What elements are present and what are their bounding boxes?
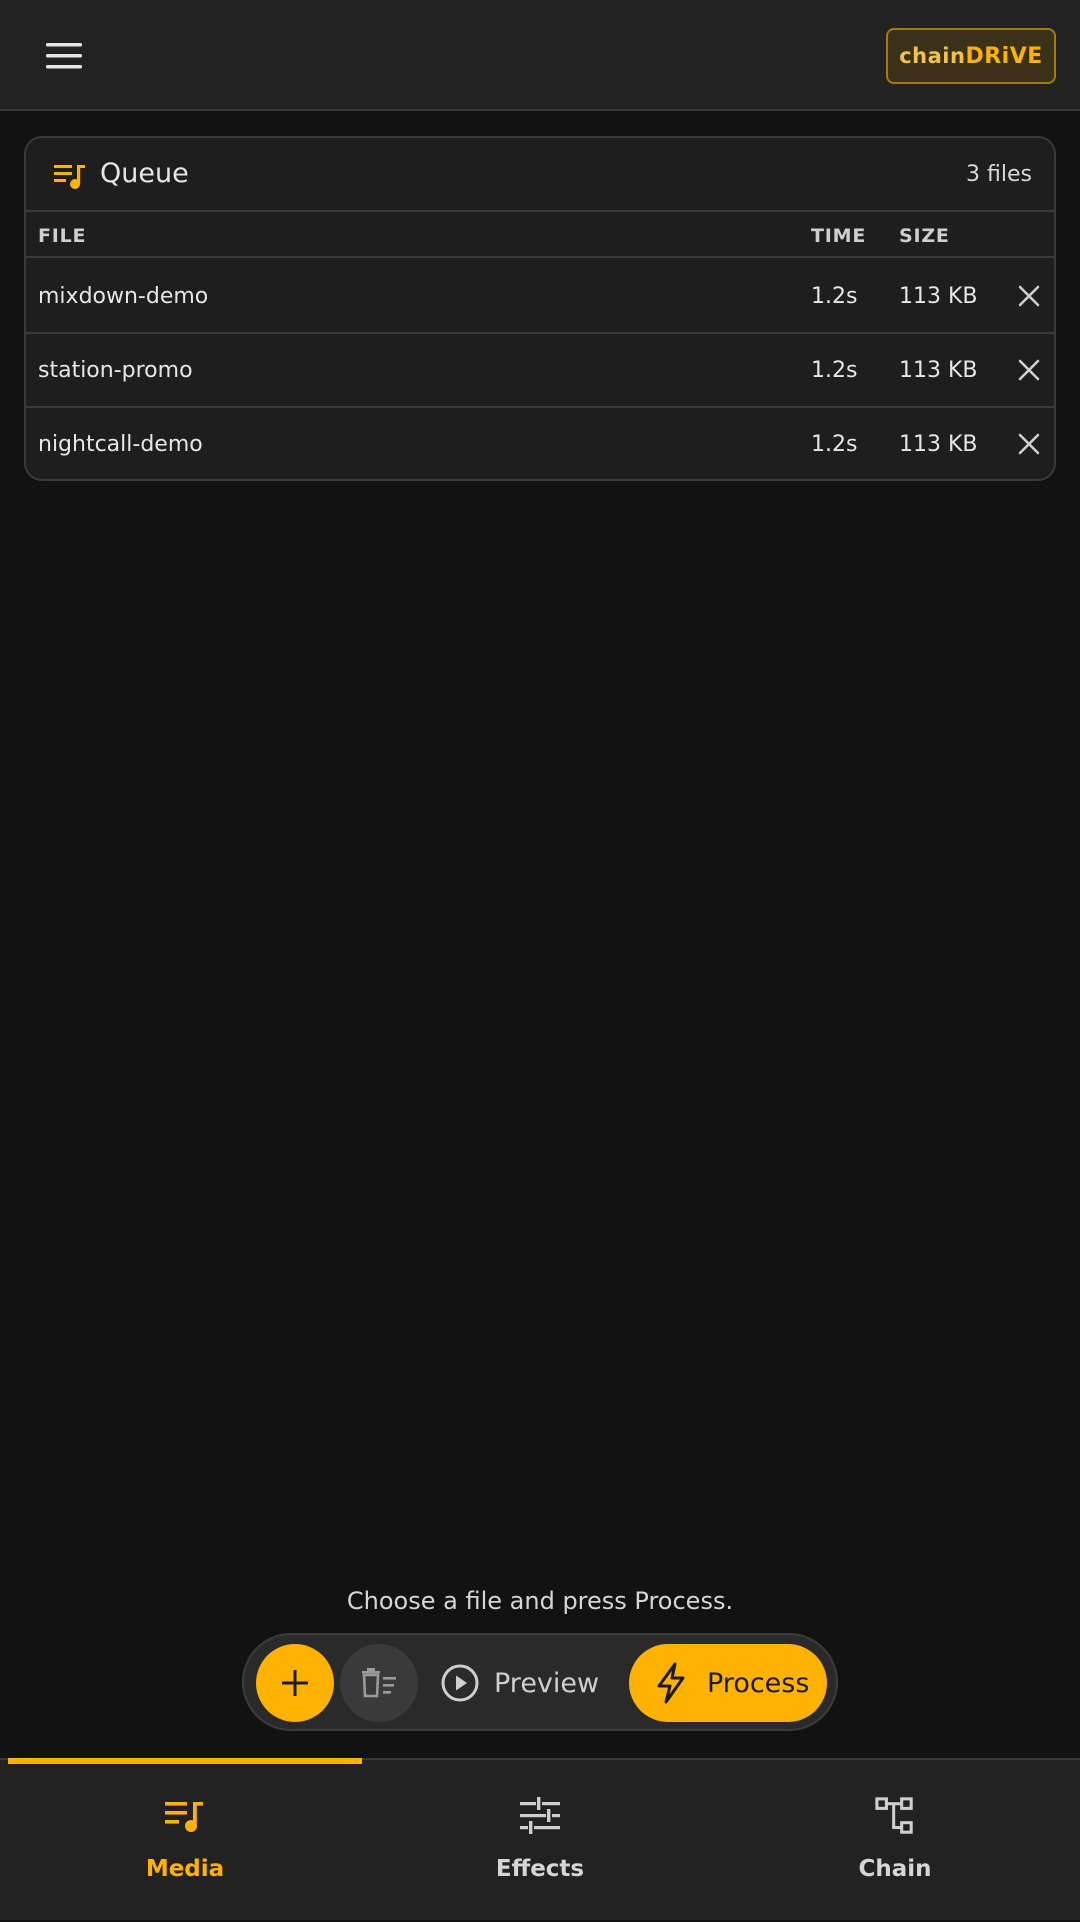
logo-text-chain: chain	[899, 44, 966, 68]
queue-music-icon	[165, 1802, 203, 1832]
row-file-name: mixdown-demo	[38, 284, 209, 309]
row-file-name: station-promo	[38, 358, 193, 383]
logo-text-drive: DRiVE	[965, 43, 1043, 69]
column-header-file: FILE	[38, 225, 87, 247]
top-app-bar: chain DRiVE	[0, 0, 1080, 111]
hamburger-menu-icon	[46, 43, 82, 69]
nav-chain-icon-wrap	[875, 1796, 915, 1836]
table-row[interactable]: nightcall-demo 1.2s 113 KB	[26, 408, 1054, 479]
menu-button[interactable]	[36, 34, 92, 78]
nav-label-effects: Effects	[495, 1856, 585, 1882]
nav-label-media: Media	[145, 1856, 225, 1882]
clear-queue-icon	[362, 1668, 396, 1698]
queue-table-header: FILE TIME SIZE	[26, 212, 1054, 258]
nav-item-effects[interactable]: Effects	[360, 1760, 720, 1922]
row-time: 1.2s	[811, 358, 858, 383]
row-size: 113 KB	[899, 358, 978, 383]
queue-header: Queue 3 files	[26, 138, 1054, 212]
sliders-icon	[520, 1797, 560, 1834]
close-icon[interactable]	[1016, 283, 1042, 309]
table-row[interactable]: mixdown-demo 1.2s 113 KB	[26, 260, 1054, 334]
action-bar: Preview Process	[242, 1633, 838, 1731]
column-header-time: TIME	[811, 225, 867, 247]
close-icon[interactable]	[1016, 431, 1042, 457]
queue-title: Queue	[100, 158, 189, 189]
nav-label-chain: Chain	[858, 1856, 932, 1882]
chain-nodes-icon	[875, 1797, 913, 1834]
clear-queue-button[interactable]	[340, 1644, 418, 1722]
column-header-size: SIZE	[899, 225, 950, 247]
queue-card: Queue 3 files FILE TIME SIZE mixdown-dem…	[24, 136, 1056, 481]
app-logo[interactable]: chain DRiVE	[886, 28, 1056, 84]
process-button[interactable]: Process	[629, 1644, 827, 1722]
add-file-button[interactable]	[256, 1644, 334, 1722]
preview-button[interactable]: Preview	[434, 1644, 604, 1722]
nav-item-chain[interactable]: Chain	[715, 1760, 1075, 1922]
table-row[interactable]: station-promo 1.2s 113 KB	[26, 334, 1054, 408]
row-file-name: nightcall-demo	[38, 432, 203, 457]
plus-icon	[282, 1670, 308, 1696]
queue-file-count: 3 files	[966, 162, 1032, 187]
queue-music-icon	[54, 165, 85, 189]
play-circle-icon	[441, 1664, 479, 1702]
nav-effects-icon-wrap	[520, 1796, 560, 1836]
close-icon[interactable]	[1016, 357, 1042, 383]
row-time: 1.2s	[811, 284, 858, 309]
row-size: 113 KB	[899, 284, 978, 309]
nav-item-media[interactable]: Media	[5, 1760, 365, 1922]
process-label: Process	[707, 1667, 810, 1699]
bottom-navigation: Media Effects Chain	[0, 1758, 1080, 1920]
lightning-bolt-icon	[657, 1662, 685, 1704]
status-hint: Choose a file and press Process.	[346, 1587, 734, 1615]
nav-media-icon-wrap	[165, 1796, 205, 1836]
row-size: 113 KB	[899, 432, 978, 457]
preview-label: Preview	[494, 1667, 600, 1699]
row-time: 1.2s	[811, 432, 858, 457]
